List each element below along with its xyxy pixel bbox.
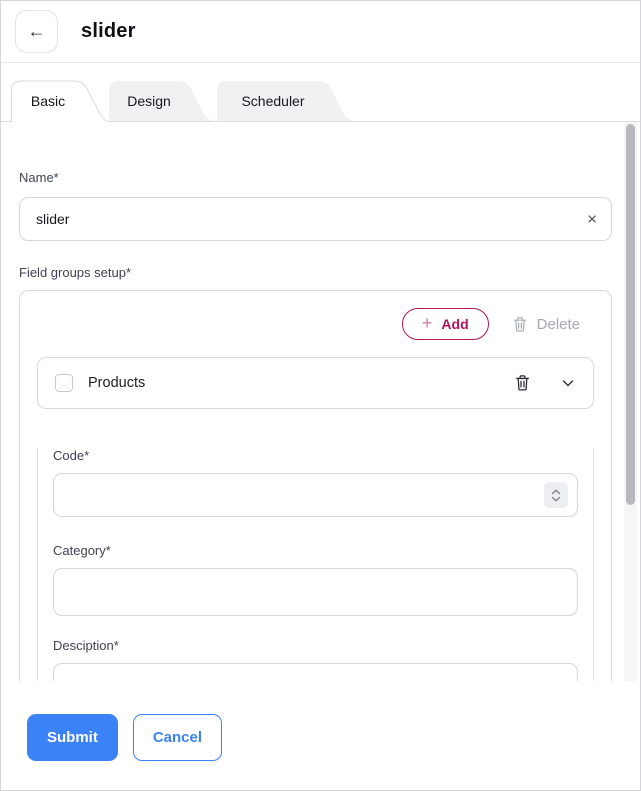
tab-scheduler-label: Scheduler [217,79,355,122]
trash-icon [512,316,528,333]
field-groups-label: Field groups setup* [19,265,612,280]
submit-button[interactable]: Submit [27,714,118,761]
tab-design-label: Design [109,79,215,122]
group-title: Products [88,375,145,391]
group-header-products[interactable]: Products [37,357,594,409]
add-button[interactable]: + Add [402,308,489,340]
description-input[interactable] [53,663,578,681]
stepper-down-icon [551,496,561,502]
name-field-label: Name* [19,170,612,185]
form-window: ← slider Basic Design Scheduler Name* [0,0,641,791]
cancel-button[interactable]: Cancel [133,714,222,761]
number-stepper[interactable] [544,482,568,508]
code-field-label: Code* [53,448,578,463]
name-input-value: slider [36,211,69,227]
category-field-label: Category* [53,543,578,558]
tab-design[interactable]: Design [109,79,215,122]
description-field-label: Desciption* [53,638,578,653]
clear-icon[interactable]: × [587,211,597,228]
header: ← slider [1,1,640,63]
add-button-label: Add [441,316,468,332]
group-body: Code* Category* Desciption* [37,448,594,681]
chevron-down-icon[interactable] [560,375,576,391]
field-groups-container: + Add Delete Products [19,290,612,681]
delete-button-label: Delete [537,316,580,333]
plus-icon: + [422,314,433,332]
field-groups-toolbar: + Add Delete [37,308,594,340]
trash-icon[interactable] [514,374,531,392]
delete-button[interactable]: Delete [512,316,580,333]
group-header-icons [514,374,576,392]
back-arrow-icon: ← [28,21,46,42]
group-checkbox[interactable] [55,374,73,392]
scrollbar-track[interactable] [624,122,637,681]
tab-bar: Basic Design Scheduler [1,79,640,122]
name-input[interactable]: slider × [19,197,612,241]
back-button[interactable]: ← [15,10,58,53]
page-title: slider [81,20,136,43]
scrollbar-thumb[interactable] [626,124,635,505]
tab-basic[interactable]: Basic [11,79,111,122]
category-input[interactable] [53,568,578,616]
form-scroll-area: Name* slider × Field groups setup* + Add [1,121,640,681]
tab-basic-label: Basic [11,79,111,122]
footer: Submit Cancel [1,681,640,789]
tab-scheduler[interactable]: Scheduler [217,79,355,122]
code-input[interactable] [53,473,578,517]
stepper-up-icon [551,489,561,495]
